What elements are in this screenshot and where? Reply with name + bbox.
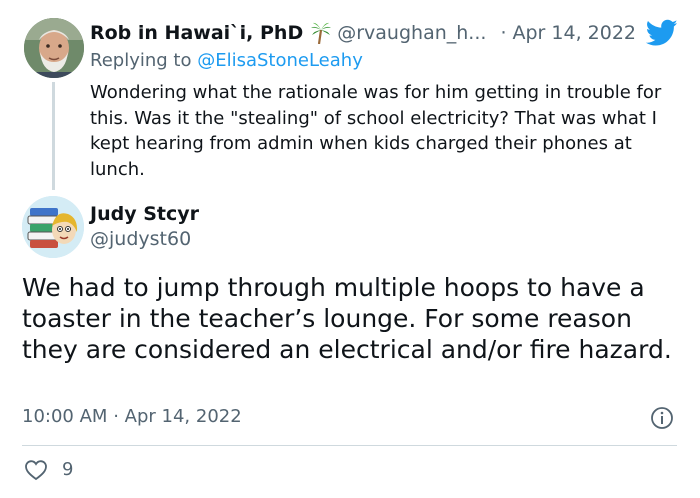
parent-header-separator: · — [500, 22, 507, 44]
like-count: 9 — [62, 459, 74, 480]
parent-author-handle[interactable]: @rvaughan_h... — [337, 22, 486, 44]
parent-author-avatar[interactable] — [24, 18, 84, 78]
timestamp-separator: · — [113, 406, 119, 427]
tweet-date[interactable]: Apr 14, 2022 — [125, 406, 242, 427]
thread-connector-line — [52, 82, 55, 190]
replying-to-line: Replying to @ElisaStoneLeahy — [90, 50, 363, 71]
palm-tree-icon — [311, 22, 332, 45]
main-author-name[interactable]: Judy Stcyr — [90, 203, 199, 225]
parent-tweet-header: Rob in Hawai`i, PhD @rvaughan_h... · Apr… — [90, 20, 636, 46]
parent-author-name[interactable]: Rob in Hawai`i, PhD — [90, 22, 303, 44]
parent-tweet-text: Wondering what the rationale was for him… — [90, 82, 662, 180]
main-author-avatar[interactable] — [22, 196, 84, 258]
replying-to-mention[interactable]: @ElisaStoneLeahy — [197, 50, 363, 71]
parent-tweet-date[interactable]: Apr 14, 2022 — [512, 22, 636, 44]
twitter-bird-icon[interactable] — [645, 19, 678, 47]
tweet-timestamp[interactable]: 10:00 AM · Apr 14, 2022 — [22, 406, 242, 427]
tweet-time[interactable]: 10:00 AM — [22, 406, 107, 427]
heart-icon[interactable] — [24, 459, 48, 481]
main-tweet-text: We had to jump through multiple hoops to… — [22, 273, 672, 364]
info-icon[interactable] — [650, 406, 674, 430]
main-author-handle[interactable]: @judyst60 — [90, 228, 191, 250]
action-divider — [22, 445, 677, 446]
replying-to-prefix: Replying to — [90, 50, 198, 71]
